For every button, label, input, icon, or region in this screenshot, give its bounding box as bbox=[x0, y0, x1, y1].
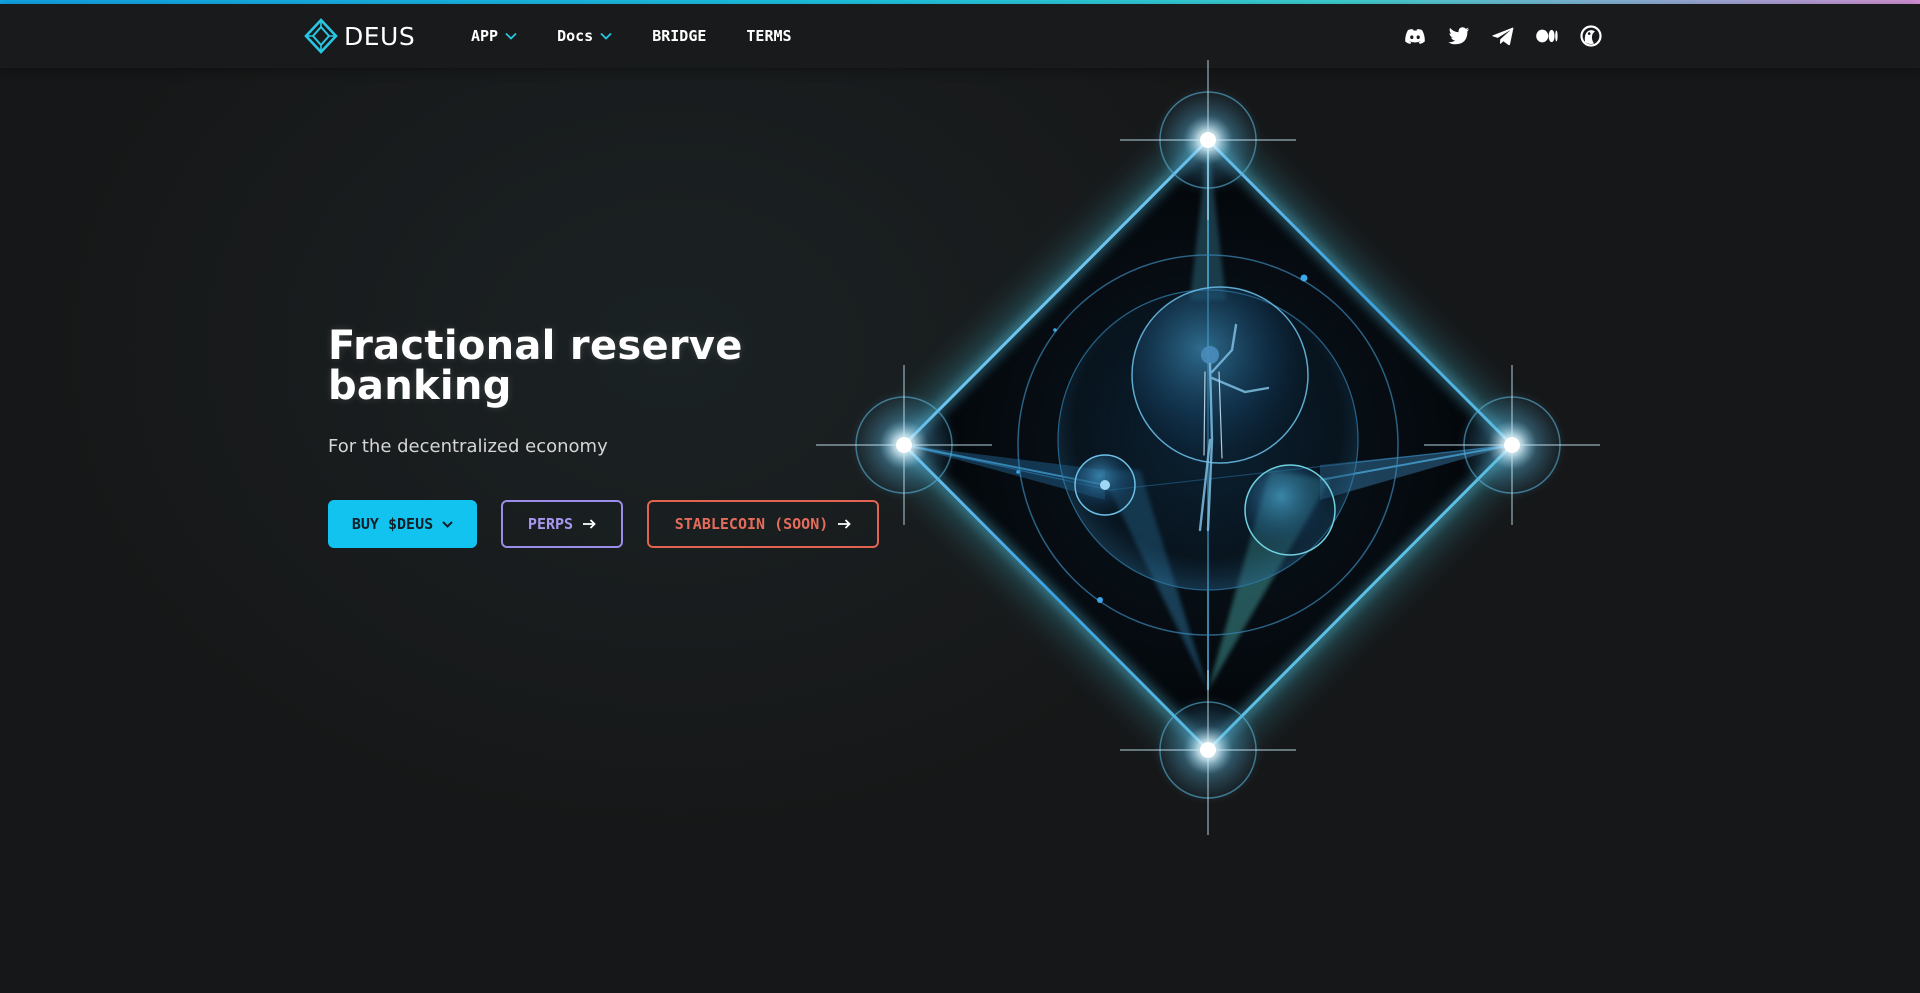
perps-button[interactable]: PERPS bbox=[501, 500, 623, 548]
hero-title-line-2: banking bbox=[328, 363, 512, 409]
nav-item-label: BRIDGE bbox=[652, 27, 707, 45]
hero: Fractional reserve banking For the decen… bbox=[328, 326, 848, 457]
nav-item-label: APP bbox=[471, 27, 499, 45]
coingecko-icon bbox=[1580, 25, 1602, 47]
arrow-right-icon bbox=[583, 519, 596, 529]
nav-item-app[interactable]: APP bbox=[471, 27, 517, 45]
navbar: DEUS APP Docs BRIDGE TERMS bbox=[0, 4, 1920, 68]
logo-link[interactable]: DEUS bbox=[304, 18, 415, 54]
medium-link[interactable] bbox=[1536, 25, 1558, 47]
chevron-down-icon bbox=[600, 32, 612, 40]
page: DEUS APP Docs BRIDGE TERMS Fractional re… bbox=[0, 0, 1920, 993]
chevron-down-icon bbox=[442, 520, 453, 528]
discord-icon bbox=[1405, 28, 1425, 44]
telegram-icon bbox=[1492, 27, 1514, 45]
nav-item-docs[interactable]: Docs bbox=[557, 27, 612, 45]
brand-name: DEUS bbox=[344, 21, 416, 51]
nav-item-bridge[interactable]: BRIDGE bbox=[652, 27, 706, 45]
hero-subtitle: For the decentralized economy bbox=[328, 436, 608, 457]
medium-icon bbox=[1536, 29, 1558, 43]
nav-item-terms[interactable]: TERMS bbox=[746, 27, 791, 45]
deus-logo-icon bbox=[304, 18, 338, 54]
hero-buttons: BUY $DEUS PERPS STABLECOIN (SOON) bbox=[328, 500, 879, 548]
hero-diamond-illustration bbox=[816, 60, 1600, 835]
main-nav: APP Docs BRIDGE TERMS bbox=[471, 4, 832, 68]
nav-item-label: TERMS bbox=[746, 27, 792, 45]
discord-link[interactable] bbox=[1404, 25, 1426, 47]
nav-item-label: Docs bbox=[557, 27, 594, 45]
social-links bbox=[1404, 4, 1602, 68]
telegram-link[interactable] bbox=[1492, 25, 1514, 47]
buy-deus-button[interactable]: BUY $DEUS bbox=[328, 500, 477, 548]
hero-title: Fractional reserve banking bbox=[328, 326, 848, 406]
twitter-link[interactable] bbox=[1448, 25, 1470, 47]
buy-deus-label: BUY $DEUS bbox=[351, 515, 434, 533]
chevron-down-icon bbox=[505, 32, 517, 40]
twitter-icon bbox=[1448, 27, 1469, 45]
coingecko-link[interactable] bbox=[1580, 25, 1602, 47]
perps-label: PERPS bbox=[527, 515, 574, 533]
